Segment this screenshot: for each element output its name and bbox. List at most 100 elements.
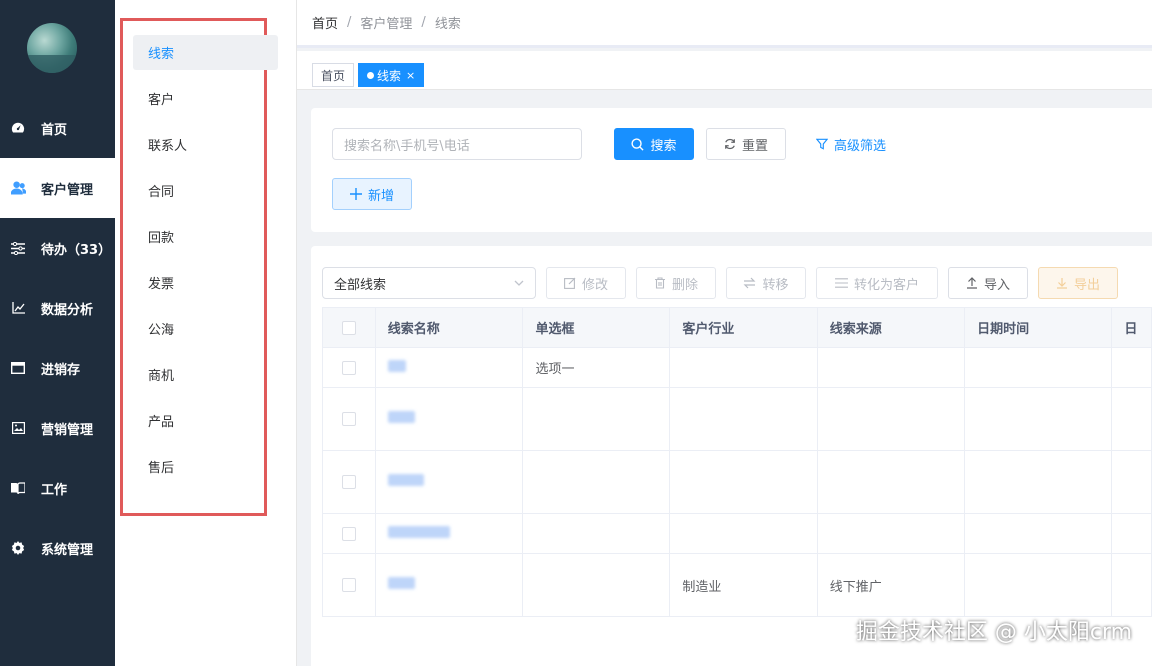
submenu-item-leads[interactable]: 线索 <box>133 35 278 70</box>
breadcrumb-customer-management: 客户管理 <box>360 17 413 32</box>
lead-scope-select[interactable]: 全部线索 <box>322 267 536 299</box>
nav-item-system[interactable]: 系统管理 <box>0 518 115 578</box>
delete-button[interactable]: 删除 <box>636 267 716 299</box>
export-button[interactable]: 导出 <box>1038 267 1118 299</box>
column-header[interactable]: 日期时间 <box>964 307 1113 348</box>
nav-item-label: 系统管理 <box>41 542 94 558</box>
nav-item-marketing[interactable]: 营销管理 <box>0 398 115 458</box>
source-cell <box>816 387 966 451</box>
redacted-text <box>387 525 450 538</box>
radio-cell <box>522 450 671 514</box>
radio-cell <box>522 387 671 451</box>
add-button[interactable]: 新增 <box>332 178 412 210</box>
upload-icon <box>966 277 977 289</box>
submenu-item-products[interactable]: 产品 <box>133 403 278 438</box>
search-button-label: 搜索 <box>650 138 677 154</box>
table-row[interactable] <box>322 450 1152 514</box>
lead-name-cell[interactable] <box>374 513 524 554</box>
tag-home[interactable]: 首页 <box>312 63 355 87</box>
advanced-filter-label: 高级筛选 <box>833 138 886 154</box>
import-button-label: 导入 <box>983 277 1010 293</box>
close-icon[interactable]: × <box>406 69 415 82</box>
search-icon <box>631 137 645 151</box>
submenu-item-payments[interactable]: 回款 <box>133 219 278 254</box>
column-header[interactable]: 线索名称 <box>374 307 524 348</box>
search-button[interactable]: 搜索 <box>614 128 694 160</box>
row-checkbox-cell <box>322 347 376 388</box>
nav-item-label: 客户管理 <box>41 182 94 198</box>
user-avatar[interactable] <box>27 23 77 73</box>
swap-icon <box>744 277 756 289</box>
sliders-icon <box>10 240 26 256</box>
table-row[interactable]: 制造业 线下推广 <box>322 553 1152 617</box>
nav-item-todo[interactable]: 待办（33） <box>0 218 115 278</box>
radio-cell <box>522 553 671 617</box>
column-header[interactable]: 单选框 <box>522 307 671 348</box>
date-cell <box>964 387 1113 451</box>
row-checkbox[interactable] <box>341 526 356 541</box>
nav-item-home[interactable]: 首页 <box>0 98 115 158</box>
redacted-text <box>387 474 424 486</box>
nav-item-inventory[interactable]: 进销存 <box>0 338 115 398</box>
tag-leads[interactable]: 线索 × <box>358 63 425 87</box>
lead-name-cell[interactable] <box>374 553 524 617</box>
lead-name-cell[interactable] <box>374 450 524 514</box>
import-button[interactable]: 导入 <box>948 267 1028 299</box>
nav-item-data-analysis[interactable]: 数据分析 <box>0 278 115 338</box>
submenu-item-public-pool[interactable]: 公海 <box>133 311 278 346</box>
industry-cell <box>669 450 818 514</box>
table-row[interactable] <box>322 513 1152 554</box>
lead-name-cell[interactable] <box>374 347 524 388</box>
table-row[interactable] <box>322 387 1152 451</box>
row-checkbox[interactable] <box>341 475 356 489</box>
submenu-item-contracts[interactable]: 合同 <box>133 173 278 208</box>
nav-item-label: 营销管理 <box>41 422 94 438</box>
main-area: 首页 / 客户管理 / 线索 首页 线索 × 搜索名称\手机号\电话 搜索 重置… <box>297 0 1152 666</box>
submenu-item-contacts[interactable]: 联系人 <box>133 127 278 162</box>
row-checkbox[interactable] <box>341 360 356 375</box>
select-all-checkbox-cell <box>322 307 376 348</box>
source-cell <box>816 347 966 388</box>
submenu-item-customers[interactable]: 客户 <box>133 81 278 116</box>
search-input[interactable]: 搜索名称\手机号\电话 <box>332 128 582 160</box>
column-header[interactable]: 日 <box>1111 307 1152 348</box>
reset-button[interactable]: 重置 <box>706 128 786 160</box>
submenu-item-opportunities[interactable]: 商机 <box>133 357 278 392</box>
column-header[interactable]: 客户行业 <box>669 307 818 348</box>
row-checkbox[interactable] <box>341 412 356 426</box>
tag-label: 线索 <box>377 68 402 83</box>
breadcrumb-home[interactable]: 首页 <box>312 13 338 32</box>
nav-item-work[interactable]: 工作 <box>0 458 115 518</box>
tag-label: 首页 <box>321 68 346 83</box>
trash-icon <box>654 277 665 289</box>
row-checkbox[interactable] <box>341 578 356 592</box>
radio-cell <box>522 513 671 554</box>
lead-name-cell[interactable] <box>374 387 524 451</box>
watermark: 掘金技术社区 @ 小太阳crm <box>855 620 1132 645</box>
dashboard-icon <box>10 120 26 136</box>
tags-view: 首页 线索 × <box>297 51 1152 90</box>
nav-item-label: 进销存 <box>41 362 81 378</box>
column-header[interactable]: 线索来源 <box>816 307 966 348</box>
breadcrumb: 首页 / 客户管理 / 线索 <box>297 0 1152 48</box>
edit-button[interactable]: 修改 <box>546 267 626 299</box>
download-icon <box>1056 278 1067 289</box>
industry-cell <box>669 513 818 554</box>
redacted-text <box>387 411 415 423</box>
advanced-filter-button[interactable]: 高级筛选 <box>809 128 893 160</box>
breadcrumb-leads: 线索 <box>434 17 461 32</box>
delete-button-label: 删除 <box>671 277 698 293</box>
convert-button-label: 转化为客户 <box>853 277 919 293</box>
row-checkbox-cell <box>322 513 376 554</box>
select-all-checkbox[interactable] <box>341 320 356 335</box>
filter-icon <box>815 138 828 150</box>
radio-cell: 选项一 <box>522 347 671 388</box>
convert-to-customer-button[interactable]: 转化为客户 <box>816 267 938 299</box>
nav-item-customer-management[interactable]: 客户管理 <box>0 158 115 218</box>
extra-cell <box>1111 553 1152 617</box>
date-cell <box>964 450 1113 514</box>
transfer-button[interactable]: 转移 <box>726 267 806 299</box>
table-row[interactable]: 选项一 <box>322 347 1152 388</box>
submenu-item-invoices[interactable]: 发票 <box>133 265 278 300</box>
submenu-item-after-sales[interactable]: 售后 <box>133 449 278 484</box>
